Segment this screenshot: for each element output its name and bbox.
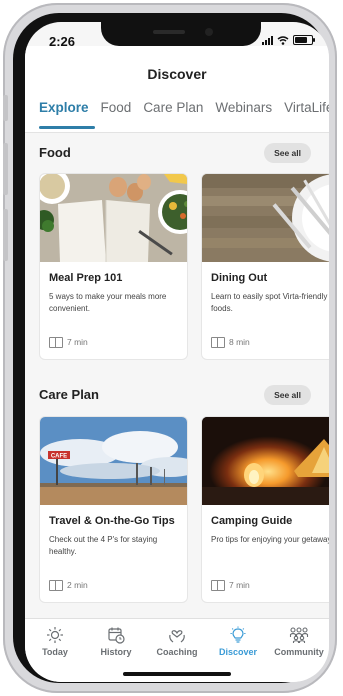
sun-icon xyxy=(47,627,63,643)
lightbulb-icon xyxy=(230,626,246,643)
book-icon xyxy=(211,580,225,591)
travel-image: CAFE xyxy=(40,417,187,505)
people-icon xyxy=(289,627,309,643)
app-screen: 2:26 Discover Explore Food Care Plan Web… xyxy=(25,22,329,682)
heart-hands-icon xyxy=(169,630,185,643)
card-title: Dining Out xyxy=(211,272,268,284)
card-description: Pro tips for enjoying your getaway xyxy=(211,535,329,544)
book-icon xyxy=(211,337,225,348)
tabbar-label: Today xyxy=(42,647,68,657)
book-icon xyxy=(49,580,63,591)
tabbar-label: Coaching xyxy=(156,647,198,657)
tabbar-coaching[interactable]: Coaching xyxy=(147,625,207,657)
card-meal-prep[interactable]: Meal Prep 101 5 ways to make your meals … xyxy=(39,173,188,360)
battery-icon xyxy=(293,35,315,45)
section-title-care-plan: Care Plan xyxy=(39,387,99,402)
card-title: Travel & On-the-Go Tips xyxy=(49,515,175,527)
card-duration: 7 min xyxy=(229,580,250,590)
card-title: Camping Guide xyxy=(211,515,293,527)
care-plan-card-row: CAFE Travel & On-the-Go Tips Check out t… xyxy=(39,416,329,603)
volume-down-button xyxy=(3,209,8,261)
section-title-food: Food xyxy=(39,145,71,160)
see-all-food-button[interactable]: See all xyxy=(264,143,311,163)
active-tab-indicator xyxy=(39,126,95,129)
tab-explore[interactable]: Explore xyxy=(39,100,89,115)
status-icons xyxy=(262,35,315,45)
camping-image xyxy=(202,417,329,505)
card-meta: 8 min xyxy=(211,337,250,348)
card-duration: 2 min xyxy=(67,580,88,590)
cafe-sign: CAFE xyxy=(51,454,67,460)
tabbar-label: Discover xyxy=(218,647,258,657)
signal-icon xyxy=(262,35,273,45)
bottom-tab-bar: Today History Coaching Discover Communit… xyxy=(25,618,329,682)
tabbar-discover[interactable]: Discover xyxy=(208,625,268,657)
speaker xyxy=(153,30,185,34)
tabbar-today[interactable]: Today xyxy=(25,625,85,657)
tabbar-history[interactable]: History xyxy=(86,625,146,657)
calendar-history-icon xyxy=(108,627,125,644)
front-camera xyxy=(205,28,213,36)
card-camping-guide[interactable]: Camping Guide Pro tips for enjoying your… xyxy=(201,416,329,603)
card-duration: 7 min xyxy=(67,337,88,347)
tab-virtalife[interactable]: VirtaLife xyxy=(284,100,329,115)
card-description: 5 ways to make your meals more convenien… xyxy=(49,292,167,313)
tab-care-plan[interactable]: Care Plan xyxy=(143,100,203,115)
wifi-icon xyxy=(277,35,289,45)
silent-switch xyxy=(3,95,8,121)
tab-bar-top: Explore Food Care Plan Webinars VirtaLif… xyxy=(39,100,329,115)
see-all-care-plan-button[interactable]: See all xyxy=(264,385,311,405)
tabbar-label: History xyxy=(100,647,132,657)
meal-prep-image xyxy=(40,174,187,262)
dining-out-image xyxy=(202,174,329,262)
notch xyxy=(101,22,261,46)
home-indicator xyxy=(123,672,231,676)
tabbar-community[interactable]: Community xyxy=(269,625,329,657)
food-card-row: Meal Prep 101 5 ways to make your meals … xyxy=(39,173,329,360)
page-title: Discover xyxy=(147,66,207,82)
tab-webinars[interactable]: Webinars xyxy=(215,100,272,115)
card-meta: 7 min xyxy=(211,580,250,591)
card-description: Check out the 4 P's for staying healthy. xyxy=(49,535,158,556)
card-description: Learn to easily spot Virta-friendly food… xyxy=(211,292,328,313)
card-meta: 2 min xyxy=(49,580,88,591)
tabbar-label: Community xyxy=(274,647,324,657)
tab-food[interactable]: Food xyxy=(101,100,132,115)
book-icon xyxy=(49,337,63,348)
card-duration: 8 min xyxy=(229,337,250,347)
card-dining-out[interactable]: Dining Out Learn to easily spot Virta-fr… xyxy=(201,173,329,360)
header: Discover Explore Food Care Plan Webinars… xyxy=(25,46,329,133)
card-title: Meal Prep 101 xyxy=(49,272,123,284)
card-travel-tips[interactable]: CAFE Travel & On-the-Go Tips Check out t… xyxy=(39,416,188,603)
card-meta: 7 min xyxy=(49,337,88,348)
volume-up-button xyxy=(3,143,8,195)
